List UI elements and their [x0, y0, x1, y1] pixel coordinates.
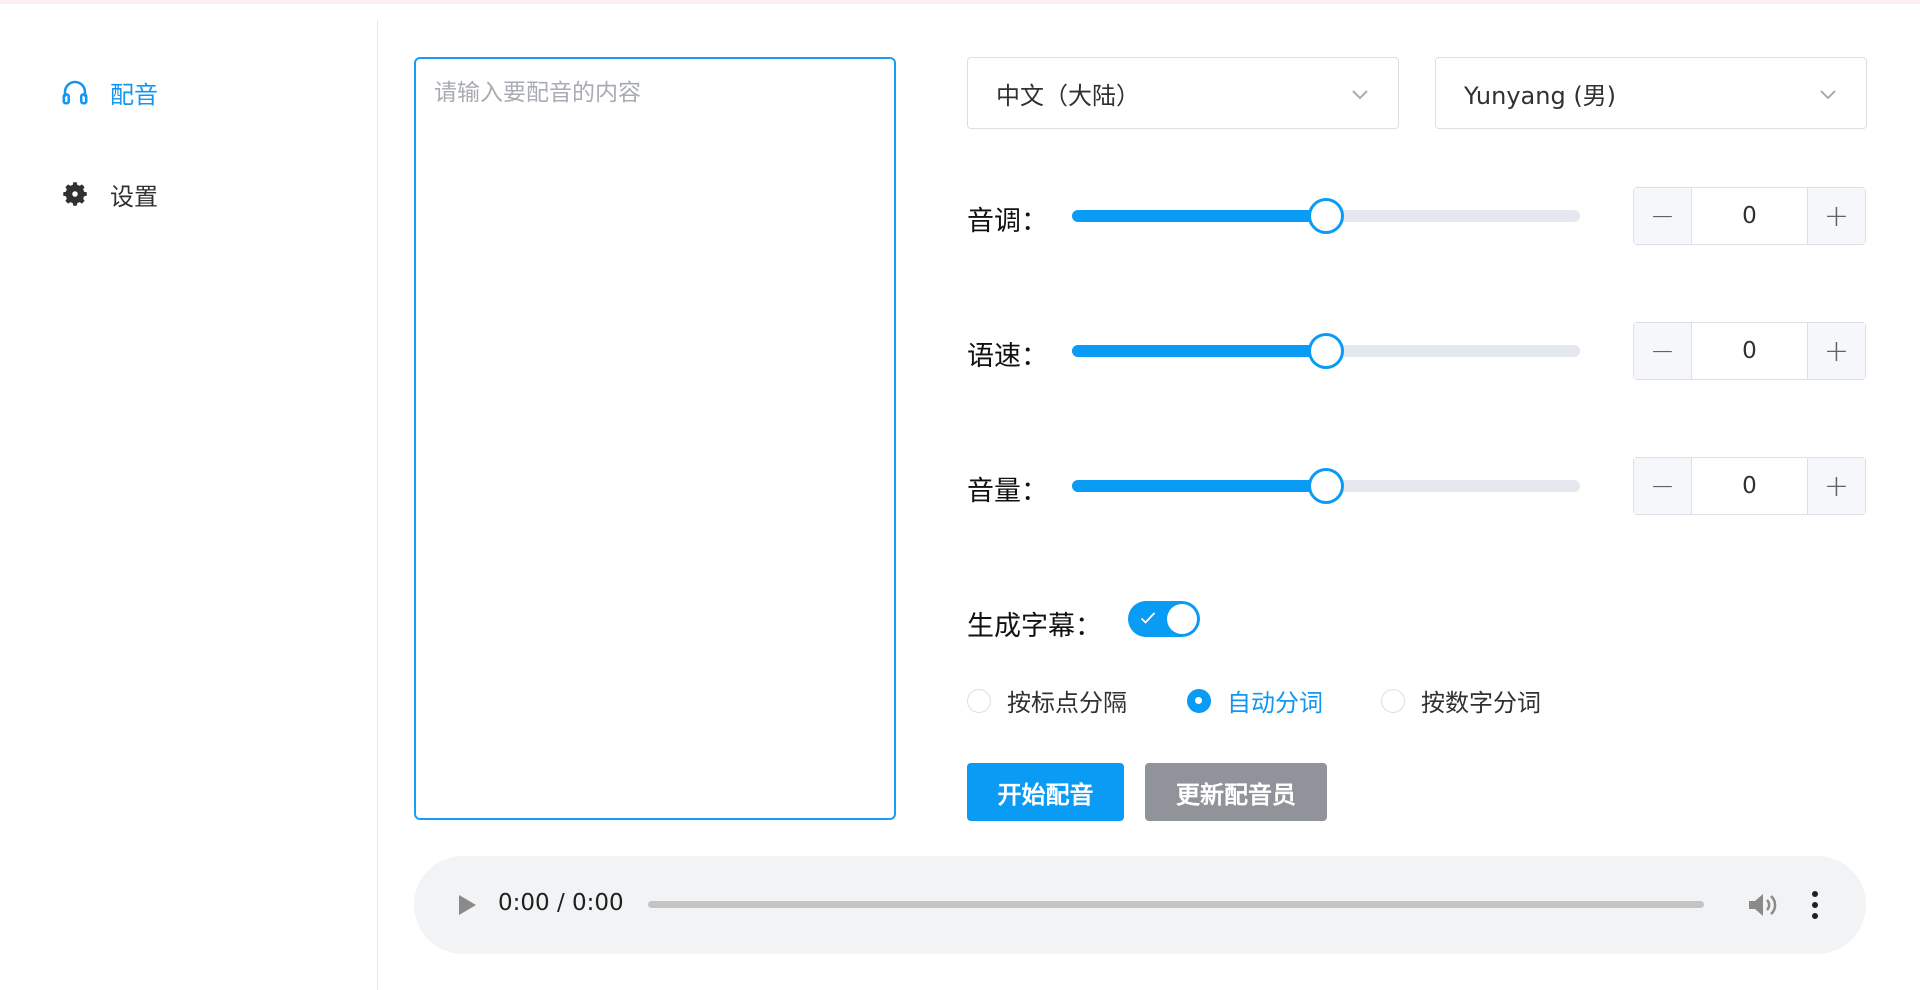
radio-label: 按标点分隔: [1007, 689, 1127, 717]
pitch-input[interactable]: [1692, 188, 1807, 244]
rate-label: 语速：: [967, 341, 1048, 372]
radio-split-by-punctuation[interactable]: 按标点分隔: [967, 683, 1127, 718]
headphones-icon: [58, 75, 92, 109]
chevron-down-icon: [1820, 90, 1836, 100]
pitch-stepper: − +: [1633, 187, 1866, 245]
volume-input[interactable]: [1692, 458, 1807, 514]
rate-stepper: − +: [1633, 322, 1866, 380]
sidebar-item-label: 配音: [110, 80, 158, 109]
content-textarea[interactable]: [414, 57, 896, 820]
radio-circle: [967, 688, 991, 713]
decrement-button[interactable]: −: [1634, 323, 1692, 379]
decrement-button[interactable]: −: [1634, 188, 1692, 244]
slider-thumb[interactable]: [1308, 468, 1344, 504]
play-icon[interactable]: [454, 891, 480, 919]
radio-label: 自动分词: [1227, 689, 1323, 717]
audio-player: 0:00 / 0:00: [414, 856, 1866, 954]
radio-auto-segment[interactable]: 自动分词: [1187, 683, 1323, 718]
slider-fill: [1072, 480, 1326, 492]
gear-icon: [58, 177, 92, 211]
voice-select-value: Yunyang (男): [1464, 81, 1617, 110]
radio-segment-by-number[interactable]: 按数字分词: [1381, 683, 1541, 718]
pitch-label: 音调：: [967, 206, 1048, 237]
increment-button[interactable]: +: [1807, 188, 1865, 244]
increment-button[interactable]: +: [1807, 458, 1865, 514]
slider-thumb[interactable]: [1308, 198, 1344, 234]
voice-select[interactable]: Yunyang (男): [1435, 57, 1867, 129]
rate-input[interactable]: [1692, 323, 1807, 379]
start-dubbing-button[interactable]: 开始配音: [967, 763, 1124, 821]
subtitles-label: 生成字幕：: [967, 611, 1102, 642]
language-select[interactable]: 中文（大陆）: [967, 57, 1399, 129]
pitch-slider[interactable]: [1072, 198, 1580, 234]
language-select-value: 中文（大陆）: [996, 81, 1140, 110]
sidebar-item-settings[interactable]: 设置: [58, 174, 158, 214]
increment-button[interactable]: +: [1807, 323, 1865, 379]
audio-progress-bar[interactable]: [648, 901, 1704, 908]
sidebar: 配音 设置: [0, 20, 378, 990]
sidebar-item-dubbing[interactable]: 配音: [58, 72, 158, 112]
volume-slider[interactable]: [1072, 468, 1580, 504]
rate-slider[interactable]: [1072, 333, 1580, 369]
audio-time: 0:00 / 0:00: [498, 890, 624, 916]
decrement-button[interactable]: −: [1634, 458, 1692, 514]
radio-circle: [1187, 688, 1211, 713]
top-accent-line: [0, 0, 1920, 4]
sidebar-item-label: 设置: [110, 182, 158, 211]
subtitles-toggle[interactable]: [1128, 601, 1200, 637]
toggle-knob: [1167, 604, 1197, 634]
slider-fill: [1072, 345, 1326, 357]
update-voices-button[interactable]: 更新配音员: [1145, 763, 1327, 821]
volume-stepper: − +: [1633, 457, 1866, 515]
volume-label: 音量：: [967, 476, 1048, 507]
radio-circle: [1381, 688, 1405, 713]
radio-label: 按数字分词: [1421, 689, 1541, 717]
slider-fill: [1072, 210, 1326, 222]
more-options-icon[interactable]: [1809, 889, 1821, 921]
check-icon: [1140, 612, 1156, 624]
volume-icon[interactable]: [1746, 890, 1778, 920]
chevron-down-icon: [1352, 90, 1368, 100]
slider-thumb[interactable]: [1308, 333, 1344, 369]
